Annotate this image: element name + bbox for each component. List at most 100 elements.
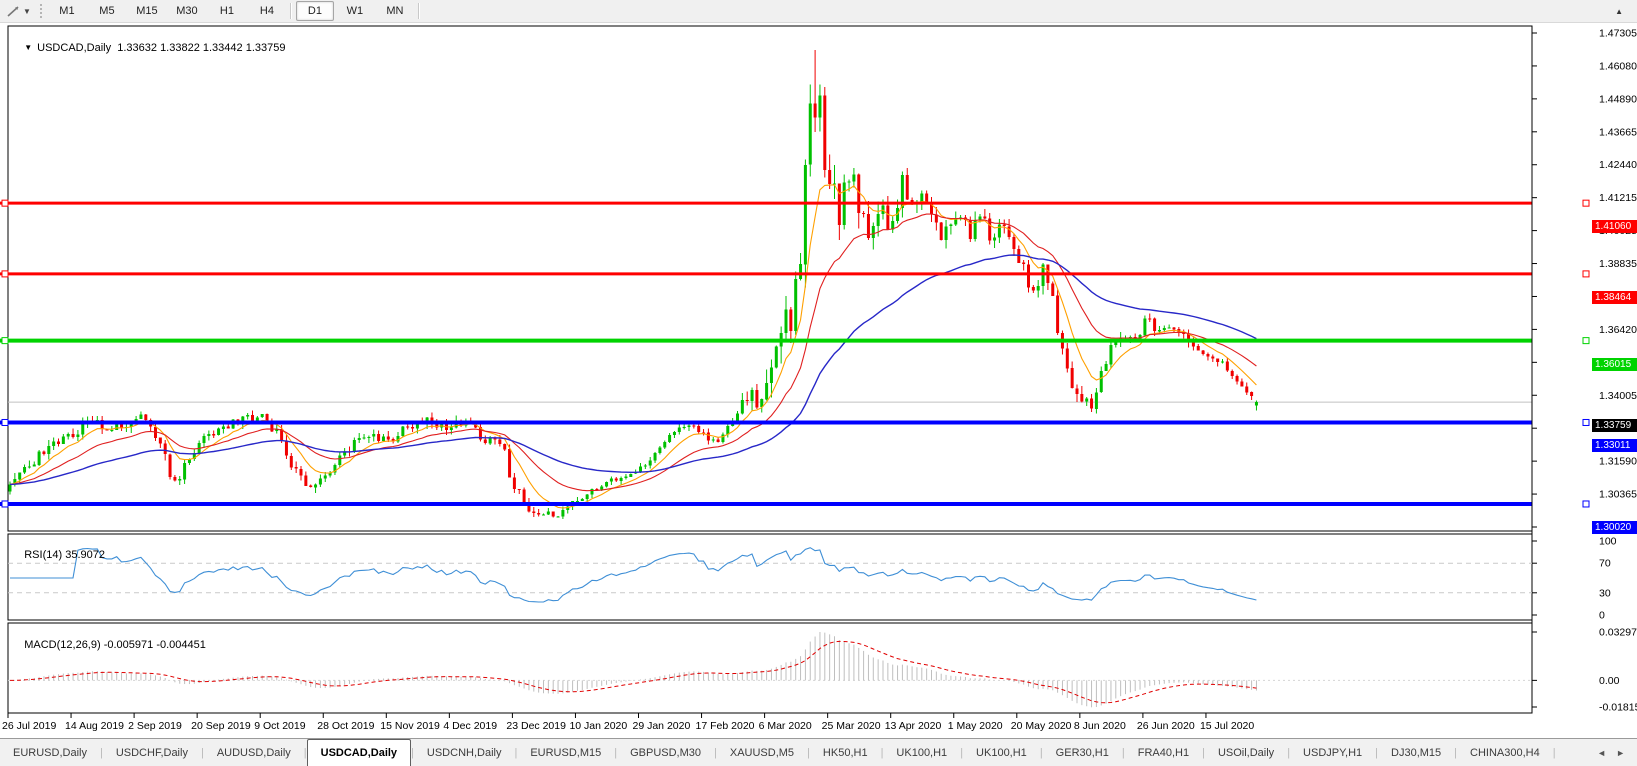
hline-anchor-left[interactable] — [1, 270, 9, 278]
price-tick-label: 1.36420 — [1599, 324, 1637, 336]
date-tick-label: 20 Sep 2019 — [191, 720, 251, 732]
tab-audusd-daily[interactable]: AUDUSD,Daily — [204, 739, 304, 766]
price-tick-label: 1.30365 — [1599, 489, 1637, 501]
chart-canvas: 1.47305 1.46080 1.44890 1.43665 1.42440 1.412… — [0, 25, 1637, 732]
macd-tick-label: 0.032972 — [1599, 627, 1637, 639]
date-tick-label: 10 Jan 2020 — [569, 720, 627, 732]
tab-eurusd-daily[interactable]: EURUSD,Daily — [0, 739, 100, 766]
tab-eurusd-m15[interactable]: EURUSD,M15 — [517, 739, 614, 766]
rsi-pane-frame — [7, 533, 1533, 621]
timeframe-button-h1[interactable]: H1 — [208, 1, 246, 21]
timeframe-button-h4[interactable]: H4 — [248, 1, 286, 21]
main-pane-frame — [7, 25, 1533, 532]
date-tick-label: 17 Feb 2020 — [696, 720, 755, 732]
chart-area: 1.47305 1.46080 1.44890 1.43665 1.42440 1.412… — [0, 23, 1637, 737]
timeframe-button-group: M1 M5 M15 M30 H1 H4 D1 W1 MN — [47, 1, 423, 21]
tab-usdcnh-daily[interactable]: USDCNH,Daily — [414, 739, 515, 766]
date-tick-label: 2 Sep 2019 — [128, 720, 182, 732]
date-tick-label: 26 Jun 2020 — [1137, 720, 1195, 732]
macd-indicator-label: MACD(12,26,9) -0.005971 -0.004451 — [12, 627, 206, 663]
chart-symbol-label: USDCAD,Daily — [37, 42, 112, 54]
timeframe-button-m5[interactable]: M5 — [88, 1, 126, 21]
date-tick-label: 25 Mar 2020 — [822, 720, 881, 732]
date-tick-label: 26 Jul 2019 — [2, 720, 56, 732]
date-tick-label: 29 Jan 2020 — [633, 720, 691, 732]
price-tick-label: 1.46080 — [1599, 60, 1637, 72]
macd-name: MACD(12,26,9) — [24, 639, 101, 651]
price-tick-label: 1.31590 — [1599, 456, 1637, 468]
hline-anchor-right[interactable] — [1582, 199, 1590, 207]
date-tick-label: 8 Jun 2020 — [1074, 720, 1126, 732]
toolbar-grip — [39, 4, 42, 18]
symbol-tab-bar: EURUSD,Daily | USDCHF,Daily | AUDUSD,Daily | U… — [0, 738, 1637, 766]
tab-uk100-h1[interactable]: UK100,H1 — [963, 739, 1040, 766]
timeframe-button-m1[interactable]: M1 — [48, 1, 86, 21]
tab-scroll-left-icon[interactable]: ◄ — [1597, 748, 1606, 758]
price-level-label-1.30020[interactable]: 1.30020 — [1592, 521, 1637, 534]
tab-xauusd-m5[interactable]: XAUUSD,M5 — [717, 739, 807, 766]
price-level-label-1.38464[interactable]: 1.38464 — [1592, 291, 1637, 304]
timeframe-button-w1[interactable]: W1 — [336, 1, 374, 21]
rsi-tick-label: 100 — [1599, 536, 1617, 548]
price-tick-label: 1.44890 — [1599, 93, 1637, 105]
tab-gbpusd-m30[interactable]: GBPUSD,M30 — [617, 739, 714, 766]
timeframe-button-d1[interactable]: D1 — [295, 1, 334, 21]
hline-anchor-right[interactable] — [1582, 418, 1590, 426]
top-toolbar: ▼ M1 M5 M15 M30 H1 H4 D1 W1 MN ▲ — [0, 0, 1637, 23]
timeframe-button-mn[interactable]: MN — [376, 1, 414, 21]
chart-title: ▼ USDCAD,Daily 1.33632 1.33822 1.33442 1.… — [12, 30, 285, 66]
hline-anchor-right[interactable] — [1582, 270, 1590, 278]
tab-ger30-h1[interactable]: GER30,H1 — [1043, 739, 1122, 766]
tab-usoil-daily[interactable]: USOil,Daily — [1205, 739, 1287, 766]
tab-hk50-h1[interactable]: HK50,H1 — [810, 739, 881, 766]
chart-ohlc-values: 1.33632 1.33822 1.33442 1.33759 — [117, 42, 286, 54]
tab-china300-h4[interactable]: CHINA300,H4 — [1457, 739, 1553, 766]
date-tick-label: 1 May 2020 — [948, 720, 1003, 732]
price-level-label-1.41060[interactable]: 1.41060 — [1592, 220, 1637, 233]
price-level-label-1.36015[interactable]: 1.36015 — [1592, 358, 1637, 371]
date-tick-label: 28 Oct 2019 — [317, 720, 374, 732]
timeframe-button-m15[interactable]: M15 — [128, 1, 166, 21]
date-tick-label: 4 Dec 2019 — [443, 720, 497, 732]
rsi-name: RSI(14) — [24, 549, 63, 561]
price-tick-label: 1.38835 — [1599, 258, 1637, 270]
date-tick-label: 6 Mar 2020 — [759, 720, 812, 732]
hline-anchor-right[interactable] — [1582, 500, 1590, 508]
current-price-label: 1.33759 — [1592, 419, 1637, 432]
rsi-tick-label: 0 — [1599, 610, 1605, 622]
date-tick-label: 9 Oct 2019 — [254, 720, 306, 732]
toolbar-collapse-icon[interactable]: ▲ — [1615, 7, 1637, 16]
rsi-indicator-label: RSI(14) 35.9072 — [12, 537, 105, 573]
tab-uk100-h1[interactable]: UK100,H1 — [883, 739, 960, 766]
hline-anchor-left[interactable] — [1, 500, 9, 508]
hline-anchor-left[interactable] — [1, 337, 9, 345]
macd-values: -0.005971 -0.004451 — [103, 639, 206, 651]
symbol-marker-icon[interactable]: ▼ — [24, 43, 32, 52]
hline-anchor-left[interactable] — [1, 199, 9, 207]
rsi-tick-label: 30 — [1599, 587, 1611, 599]
tab-dj30-m15[interactable]: DJ30,M15 — [1378, 739, 1454, 766]
hline-anchor-right[interactable] — [1582, 337, 1590, 345]
date-tick-label: 15 Jul 2020 — [1200, 720, 1254, 732]
timeframe-button-m30[interactable]: M30 — [168, 1, 206, 21]
tab-separator: | — [1552, 746, 1556, 759]
tab-fra40-h1[interactable]: FRA40,H1 — [1125, 739, 1202, 766]
line-tool-button[interactable]: ▼ — [0, 0, 35, 22]
date-tick-label: 14 Aug 2019 — [65, 720, 124, 732]
toolbar-divider — [417, 3, 420, 19]
toolbar-divider — [289, 3, 292, 19]
date-tick-label: 20 May 2020 — [1011, 720, 1072, 732]
rsi-tick-label: 70 — [1599, 558, 1611, 570]
tab-usdjpy-h1[interactable]: USDJPY,H1 — [1290, 739, 1375, 766]
macd-pane-frame — [7, 622, 1533, 714]
date-tick-label: 23 Dec 2019 — [506, 720, 566, 732]
date-tick-label: 13 Apr 2020 — [885, 720, 942, 732]
price-tick-label: 1.34005 — [1599, 390, 1637, 402]
hline-anchor-left[interactable] — [1, 418, 9, 426]
tab-scroll-right-icon[interactable]: ► — [1616, 748, 1625, 758]
price-level-label-1.33011[interactable]: 1.33011 — [1592, 439, 1637, 452]
time-axis: 26 Jul 2019 14 Aug 2019 2 Sep 2019 20 Sep 2… — [2, 713, 1254, 732]
tab-usdcad-daily[interactable]: USDCAD,Daily — [306, 739, 412, 766]
rsi-value: 35.9072 — [65, 549, 105, 561]
tab-usdchf-daily[interactable]: USDCHF,Daily — [103, 739, 201, 766]
